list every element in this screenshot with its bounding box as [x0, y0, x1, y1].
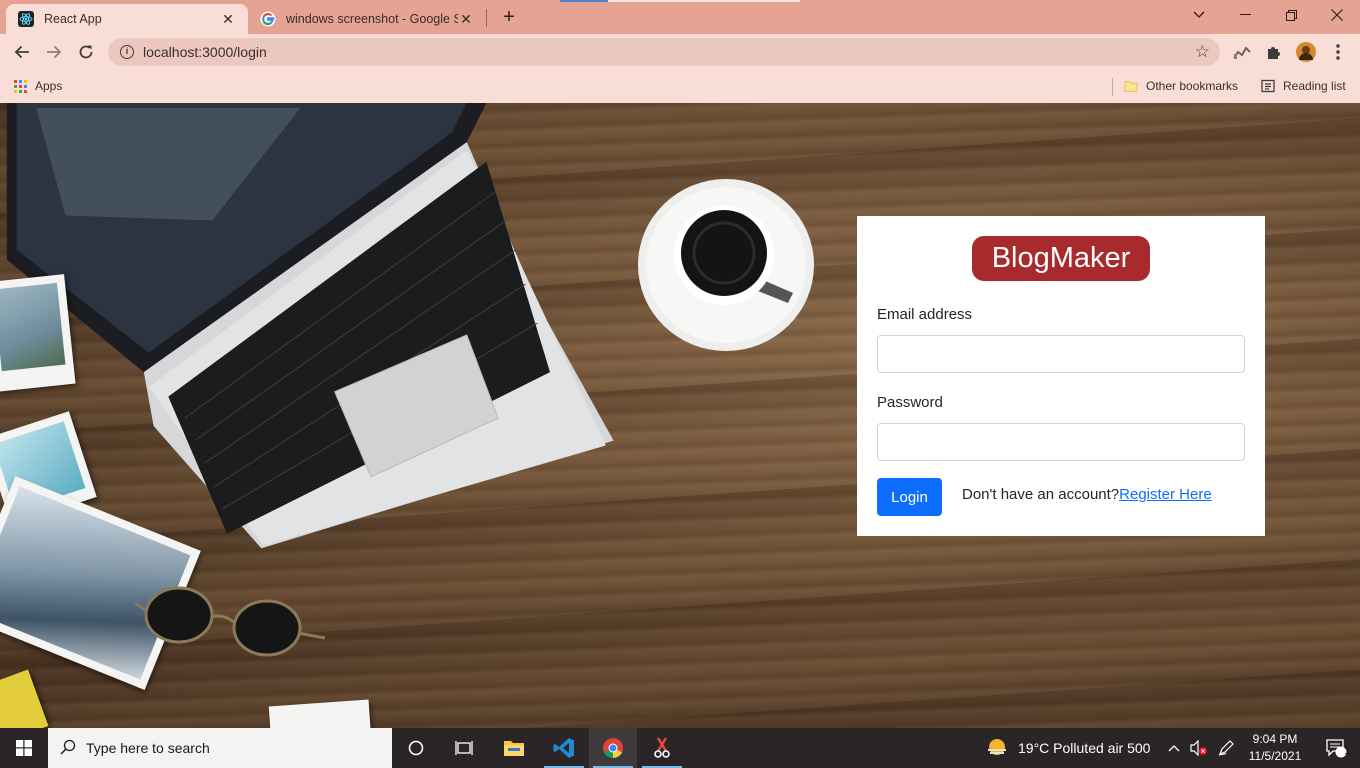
windows-start-icon[interactable] — [0, 728, 48, 768]
tab-close-icon[interactable]: ✕ — [220, 11, 236, 27]
bookmark-apps[interactable]: Apps — [14, 76, 62, 96]
apps-grid-icon — [14, 79, 27, 93]
folder-icon — [1124, 81, 1138, 92]
notification-count: 1 — [1344, 746, 1350, 757]
extension-chart-icon[interactable] — [1232, 42, 1252, 62]
system-clock[interactable]: 9:04 PM 11/5/2021 — [1242, 731, 1308, 765]
reading-list-icon — [1261, 79, 1275, 93]
extensions-puzzle-icon[interactable] — [1264, 42, 1284, 62]
bookmark-star-icon[interactable]: ☆ — [1195, 43, 1210, 61]
search-icon — [60, 739, 76, 758]
tab-close-icon[interactable]: ✕ — [458, 11, 474, 27]
register-link[interactable]: Register Here — [1119, 486, 1212, 503]
brand-wrapper: BlogMaker — [877, 236, 1245, 281]
password-label: Password — [877, 394, 943, 411]
tab-search-icon[interactable] — [1176, 0, 1222, 30]
coffee-cup-illustration — [638, 179, 814, 351]
notification-center-icon[interactable]: 1 — [1312, 728, 1360, 768]
bookmark-other[interactable]: Other bookmarks — [1124, 76, 1238, 96]
chrome-icon[interactable] — [589, 728, 637, 768]
weather-text: 19°C Polluted air 500 — [1018, 740, 1151, 756]
new-tab-button[interactable]: + — [498, 6, 520, 28]
windows-taskbar: Type here to search 19°C Polluted air 50… — [0, 728, 1360, 768]
restore-icon[interactable] — [1268, 0, 1314, 30]
bookmark-reading-list[interactable]: Reading list — [1261, 76, 1346, 96]
email-label: Email address — [877, 306, 973, 323]
login-actions: Login Don't have an account?Register Her… — [877, 478, 1245, 516]
volume-muted-icon[interactable] — [1190, 728, 1208, 768]
login-button[interactable]: Login — [877, 478, 942, 516]
tab-google-search[interactable]: windows screenshot - Google Search ✕ — [248, 4, 486, 34]
password-field[interactable] — [877, 423, 1245, 461]
browser-tabstrip: React App ✕ windows screenshot - Google … — [0, 0, 1360, 34]
task-view-icon[interactable] — [440, 728, 488, 768]
google-icon — [260, 11, 276, 27]
taskbar-search-input[interactable]: Type here to search — [48, 728, 392, 768]
cortana-icon[interactable] — [392, 728, 440, 768]
back-arrow-icon[interactable] — [8, 38, 36, 66]
tab-separator — [486, 9, 487, 27]
bookmark-apps-label: Apps — [35, 79, 63, 93]
photo-print — [0, 669, 49, 728]
pen-workspace-icon[interactable] — [1218, 728, 1234, 768]
reload-icon[interactable] — [72, 38, 100, 66]
forward-arrow-icon[interactable] — [40, 38, 68, 66]
react-icon — [18, 11, 34, 27]
profile-avatar[interactable] — [1296, 42, 1316, 62]
minimize-icon[interactable] — [1222, 0, 1268, 30]
register-prompt-text: Don't have an account? — [962, 486, 1120, 503]
menu-kebab-icon[interactable] — [1328, 42, 1348, 62]
tab-react-app[interactable]: React App ✕ — [6, 4, 248, 34]
browser-toolbar: i localhost:3000/login ☆ — [0, 34, 1360, 70]
clock-time: 9:04 PM — [1252, 732, 1298, 746]
login-page-background: BlogMaker Email address Password Login D… — [0, 103, 1360, 728]
site-info-icon[interactable]: i — [120, 45, 134, 59]
snipping-tool-icon[interactable] — [638, 728, 686, 768]
vscode-icon[interactable] — [540, 728, 588, 768]
address-bar[interactable]: i localhost:3000/login ☆ — [108, 38, 1220, 66]
photo-print — [0, 274, 76, 392]
bookmark-other-label: Other bookmarks — [1146, 79, 1239, 93]
login-card: BlogMaker Email address Password Login D… — [857, 216, 1265, 536]
search-placeholder: Type here to search — [86, 740, 210, 756]
bookmarks-separator — [1112, 78, 1113, 96]
file-explorer-icon[interactable] — [490, 728, 538, 768]
tray-chevron-up-icon[interactable] — [1168, 728, 1180, 768]
brand-logo: BlogMaker — [971, 236, 1151, 281]
weather-widget[interactable]: 19°C Polluted air 500 — [986, 728, 1150, 768]
email-field[interactable] — [877, 335, 1245, 373]
photo-print — [268, 699, 372, 728]
bookmarks-bar: Apps Other bookmarks Reading list — [0, 70, 1360, 103]
register-prompt: Don't have an account?Register Here — [962, 486, 1212, 503]
tab-title: React App — [44, 12, 102, 26]
weather-haze-icon — [988, 739, 1006, 755]
clock-date: 11/5/2021 — [1248, 749, 1302, 763]
url-text[interactable]: localhost:3000/login — [143, 44, 267, 60]
bookmark-reading-label: Reading list — [1283, 79, 1346, 93]
sunglasses-illustration — [135, 586, 326, 657]
tab-title: windows screenshot - Google Search — [286, 12, 458, 26]
close-window-icon[interactable] — [1314, 0, 1360, 30]
loading-indicator — [560, 0, 800, 2]
